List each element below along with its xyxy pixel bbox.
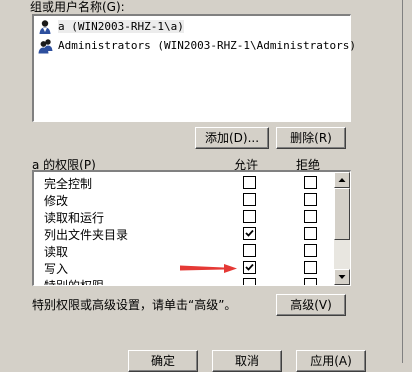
checkmark-icon (245, 229, 254, 237)
arrow-down-icon (338, 275, 346, 279)
permissions-scrollbar[interactable] (334, 172, 350, 285)
permission-name: 列出文件夹目录 (44, 228, 129, 242)
add-button[interactable]: 添加(D)... (195, 127, 269, 149)
cancel-button[interactable]: 取消 (212, 350, 282, 372)
users-listbox[interactable]: a (WIN2003-RHZ-1\a) Administrators (WIN2… (32, 14, 356, 122)
permission-name: 读取 (44, 245, 69, 259)
permission-row: 完全控制 (34, 174, 334, 191)
deny-checkbox[interactable] (304, 210, 317, 223)
permission-row: 修改 (34, 191, 334, 208)
permission-row: 读取和运行 (34, 208, 334, 225)
allow-checkbox[interactable] (243, 176, 256, 189)
checkmark-icon (245, 263, 254, 271)
deny-checkbox[interactable] (304, 244, 317, 257)
allow-checkbox[interactable] (243, 210, 256, 223)
user-list-item-a[interactable]: a (WIN2003-RHZ-1\a) (38, 18, 184, 35)
allow-checkbox[interactable] (243, 278, 256, 285)
user-list-item-administrators[interactable]: Administrators (WIN2003-RHZ-1\Administra… (38, 37, 356, 54)
user-name: a (WIN2003-RHZ-1\a) (58, 20, 184, 33)
ok-button[interactable]: 确定 (128, 350, 198, 372)
group-icon (38, 38, 54, 54)
dialog-edge (402, 0, 412, 363)
permission-name: 完全控制 (44, 177, 93, 191)
permission-name: 写入 (44, 262, 69, 276)
permission-name: 修改 (44, 194, 69, 208)
allow-checkbox[interactable] (243, 244, 256, 257)
permission-name: 读取和运行 (44, 211, 105, 225)
deny-checkbox[interactable] (304, 278, 317, 285)
deny-checkbox[interactable] (304, 261, 317, 274)
allow-checkbox[interactable] (243, 261, 256, 274)
permission-row: 读取 (34, 242, 334, 259)
deny-checkbox[interactable] (304, 193, 317, 206)
advanced-hint: 特别权限或高级设置，请单击“高级”。 (32, 298, 237, 312)
deny-checkbox[interactable] (304, 227, 317, 240)
user-name: Administrators (WIN2003-RHZ-1\Administra… (58, 39, 357, 52)
arrow-up-icon (338, 178, 346, 182)
scroll-thumb[interactable] (334, 188, 350, 240)
apply-button[interactable]: 应用(A) (296, 350, 366, 372)
remove-button[interactable]: 删除(R) (276, 127, 346, 149)
users-group-label: 组或用户名称(G): (30, 0, 125, 14)
deny-checkbox[interactable] (304, 176, 317, 189)
advanced-button[interactable]: 高级(V) (276, 294, 346, 316)
permission-row: 列出文件夹目录 (34, 225, 334, 242)
allow-checkbox[interactable] (243, 193, 256, 206)
allow-checkbox[interactable] (243, 227, 256, 240)
scroll-down-button[interactable] (334, 269, 350, 285)
user-icon (38, 19, 54, 35)
permission-row: 特别的权限 (34, 276, 334, 286)
red-arrow-annotation (180, 264, 237, 273)
scroll-up-button[interactable] (334, 172, 350, 188)
permission-name: 特别的权限 (44, 279, 105, 286)
